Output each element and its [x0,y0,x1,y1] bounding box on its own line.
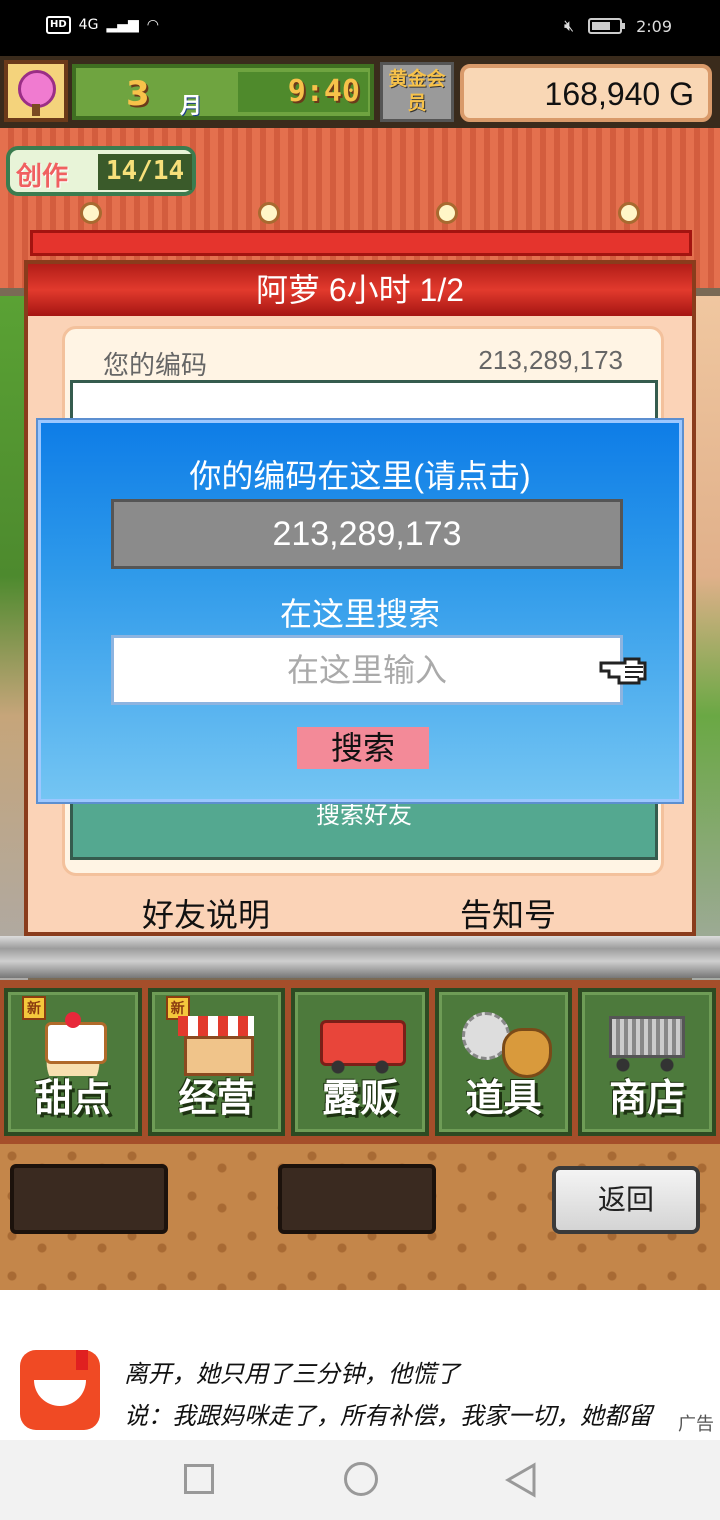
panel-title: 阿萝 6小时 1/2 [28,264,692,316]
lamp-icon [618,202,640,224]
money-display: 168,940 G [460,64,712,122]
menu-item-store[interactable]: 商店 [578,988,716,1136]
system-navbar [0,1440,720,1520]
hd-indicator: HD [46,16,71,34]
code-label: 您的编码 [103,350,208,380]
menu-item-label: 露贩 [321,1076,398,1120]
empty-slot [278,1164,436,1234]
menu-item-stall[interactable]: 露贩 [291,988,429,1136]
gold-member-badge[interactable]: 黄金会员 [380,62,454,122]
game-time: 9:40 [238,72,368,112]
code-row: 您的编码 213,289,173 [103,345,623,382]
dialog-title: 你的编码在这里(请点击) [189,458,531,494]
status-bar: HD 4G ▂▄▆ ◠ 🔇︎ 2:09 [0,0,720,56]
search-friend-button[interactable]: 搜索好友 [73,795,655,857]
menu-item-manage[interactable]: 新 经营 [147,988,286,1136]
create-counter[interactable]: 创作 14/14 [6,146,196,196]
cake-icon [26,1006,119,1076]
friend-help-button[interactable]: 好友说明 [142,890,270,936]
home-icon[interactable] [344,1462,378,1496]
pointing-hand-icon [599,657,647,685]
street-scenery-right [692,296,720,996]
ad-text-line: 离开，她只用了三分钟，他慌了 [124,1360,460,1388]
calendar-display: 3 月 9:40 [72,64,374,120]
tree-icon [18,70,56,108]
code-value: 213,289,173 [478,345,623,375]
top-hud: 3 月 9:40 黄金会员 168,940 G [0,56,720,128]
battery-icon [588,18,626,34]
shop-icon [170,1006,262,1076]
menu-item-dessert[interactable]: 新 甜点 [4,988,142,1136]
menu-item-label: 商店 [609,1076,686,1120]
ad-label: 广告 [678,1414,714,1435]
wifi-icon: ◠ [146,17,159,33]
create-label: 创作 [16,162,69,192]
lamp-icon [80,202,102,224]
cart-icon [601,1006,693,1076]
bottom-menu: 新 甜点 新 经营 露贩 道具 商店 [0,980,720,1144]
back-button[interactable]: 返回 [552,1166,700,1234]
panel-footer: 好友说明 告知号 [28,880,692,936]
menu-item-items[interactable]: 道具 [434,988,573,1136]
lamp-icon [436,202,458,224]
ad-text-line: 说：我跟妈咪走了，所有补偿，我家一切，她都留 [124,1402,652,1430]
create-count: 14/14 [98,154,192,190]
back-icon[interactable] [504,1462,538,1498]
network-indicator: 4G [78,17,99,33]
month-number: 3 [126,74,150,114]
month-label: 月 [180,94,203,119]
code-search-dialog: 你的编码在这里(请点击) 213,289,173 在这里搜索 搜索 [38,420,682,802]
app-logo-icon [20,1350,100,1430]
search-title: 在这里搜索 [279,596,440,632]
menu-item-label: 经营 [178,1076,255,1120]
my-code-button[interactable]: 213,289,173 [111,499,623,569]
search-button[interactable]: 搜索 [297,727,429,769]
avatar[interactable] [4,60,68,122]
ad-banner[interactable]: 离开，她只用了三分钟，他慌了 说：我跟妈咪走了，所有补偿，我家一切，她都留 广告 [0,1290,720,1440]
menu-item-label: 甜点 [34,1076,111,1120]
food-truck-icon [314,1006,406,1076]
mute-icon: 🔇︎ [563,16,575,35]
panel-header-bar [30,230,692,256]
empty-slot [10,1164,168,1234]
clock: 2:09 [636,16,672,36]
tools-icon [458,1006,552,1078]
lamp-icon [258,202,280,224]
recent-apps-icon[interactable] [184,1464,214,1494]
bottom-tray: 返回 [0,1144,720,1290]
notify-button[interactable]: 告知号 [460,890,556,936]
menu-item-label: 道具 [465,1076,542,1120]
signal-icon: ▂▄▆ [106,17,139,33]
game-screen: 3 月 9:40 黄金会员 168,940 G 创作 14/14 阿萝 6小时 … [0,56,720,1290]
search-input[interactable] [111,635,623,705]
road [0,936,720,978]
